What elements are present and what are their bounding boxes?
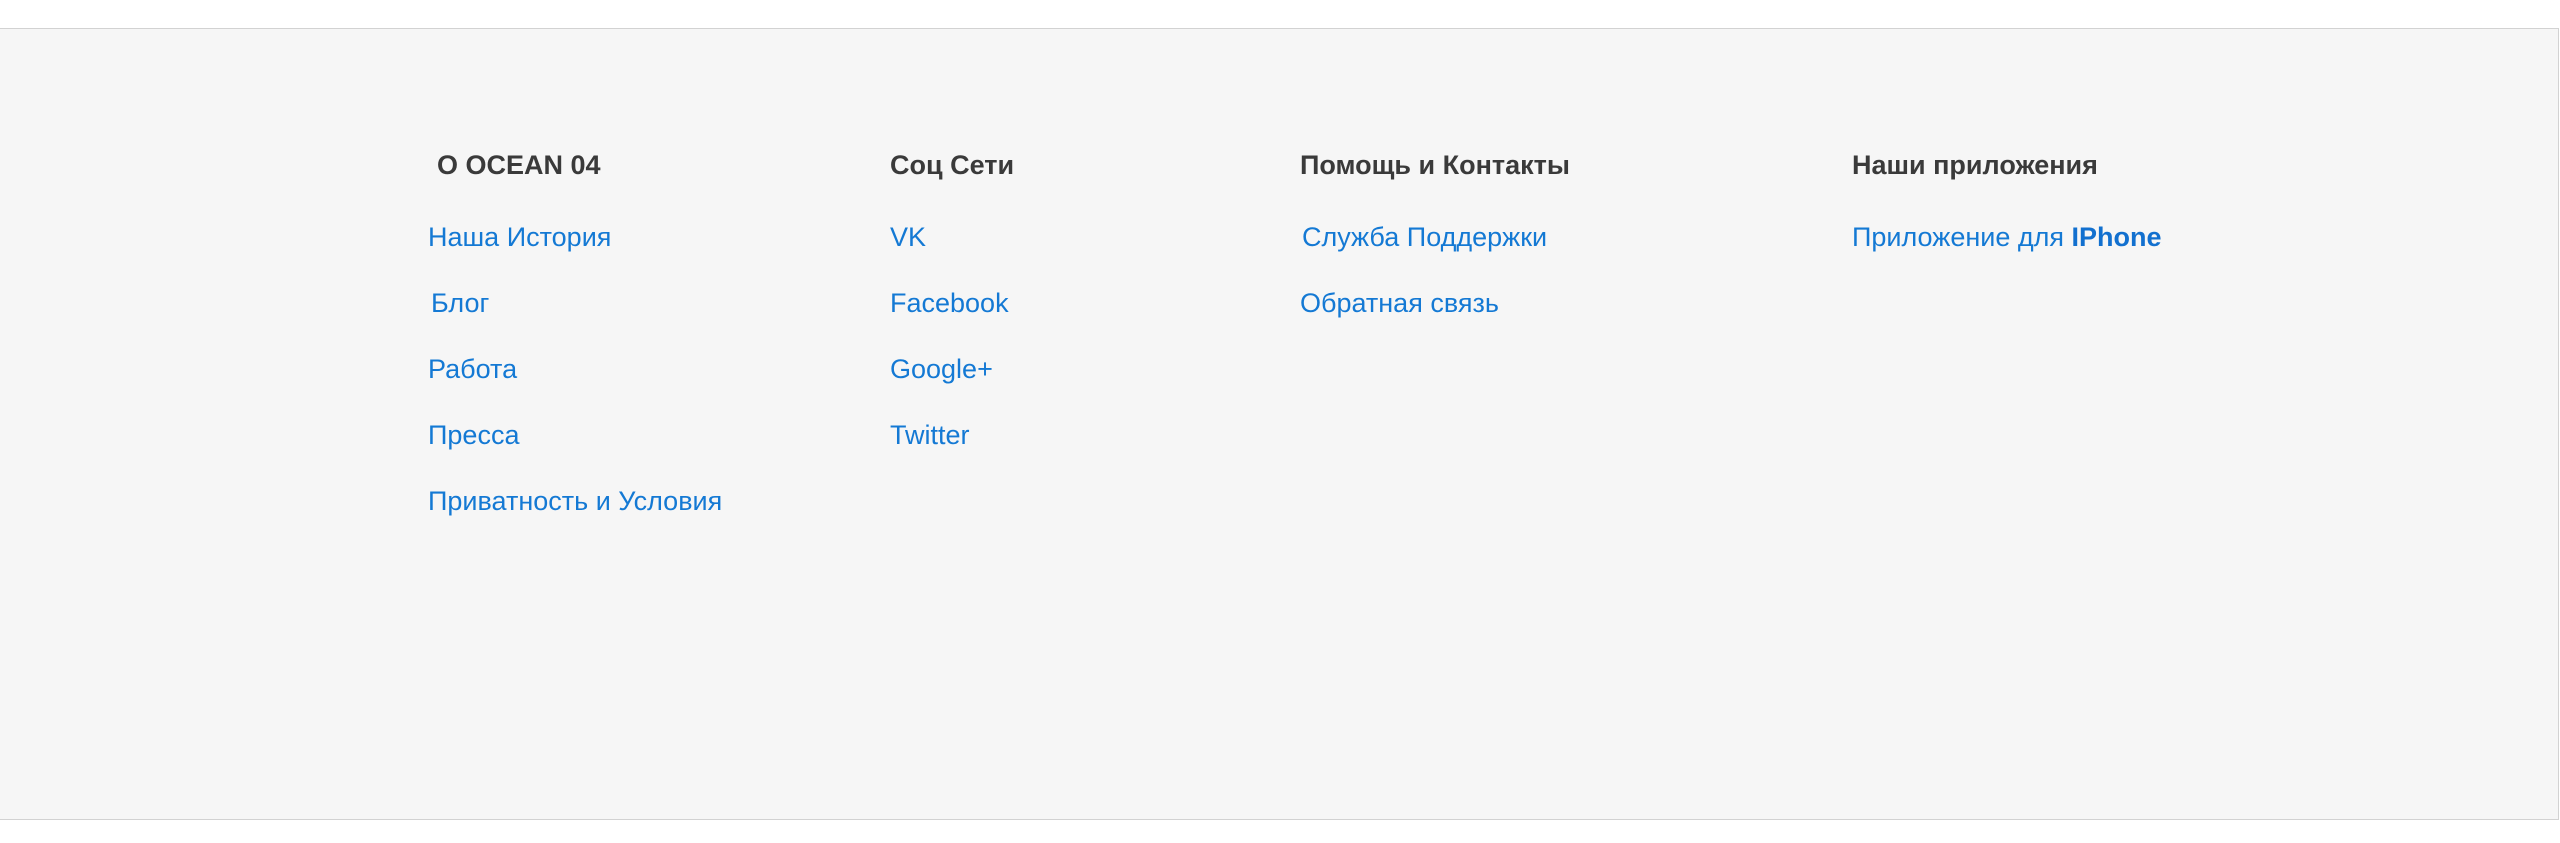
footer-column-help: Помощь и Контакты Служба Поддержки Обрат… xyxy=(1300,143,1570,349)
help-links: Служба Поддержки Обратная связь xyxy=(1300,217,1570,349)
list-item: Twitter xyxy=(890,415,1014,481)
list-item: Работа xyxy=(428,349,722,415)
site-footer: О OCEAN 04 Наша История Блог Работа Прес… xyxy=(0,28,2559,820)
iphone-app-link-platform: IPhone xyxy=(2071,222,2162,252)
footer-column-about: О OCEAN 04 Наша История Блог Работа Прес… xyxy=(428,143,722,547)
feedback-link[interactable]: Обратная связь xyxy=(1300,288,1499,318)
our-history-link[interactable]: Наша История xyxy=(428,222,611,252)
vk-link[interactable]: VK xyxy=(890,222,926,252)
twitter-link[interactable]: Twitter xyxy=(890,420,970,450)
footer-column-social: Соц Сети VK Facebook Google+ Twitter xyxy=(890,143,1014,481)
list-item: Обратная связь xyxy=(1300,283,1570,349)
about-heading: О OCEAN 04 xyxy=(437,150,601,180)
help-heading: Помощь и Контакты xyxy=(1300,150,1570,180)
iphone-app-link-prefix: Приложение для xyxy=(1852,222,2072,252)
google-plus-link[interactable]: Google+ xyxy=(890,354,993,384)
apps-links: Приложение для IPhone xyxy=(1852,217,2162,283)
list-item: Пресса xyxy=(428,415,722,481)
blog-link[interactable]: Блог xyxy=(428,288,489,318)
social-heading: Соц Сети xyxy=(890,150,1015,180)
footer-column-apps: Наши приложения Приложение для IPhone xyxy=(1852,143,2162,283)
list-item: Google+ xyxy=(890,349,1014,415)
about-links: Наша История Блог Работа Пресса Приватно… xyxy=(428,217,722,547)
jobs-link[interactable]: Работа xyxy=(428,354,517,384)
list-item: Facebook xyxy=(890,283,1014,349)
list-item: VK xyxy=(890,217,1014,283)
list-item: Приватность и Условия xyxy=(428,481,722,547)
list-item: Наша История xyxy=(428,217,722,283)
list-item: Блог xyxy=(428,283,722,349)
support-link[interactable]: Служба Поддержки xyxy=(1300,222,1547,252)
press-link[interactable]: Пресса xyxy=(428,420,519,450)
list-item: Служба Поддержки xyxy=(1300,217,1570,283)
iphone-app-link[interactable]: Приложение для IPhone xyxy=(1852,222,2162,252)
facebook-link[interactable]: Facebook xyxy=(890,288,1009,318)
list-item: Приложение для IPhone xyxy=(1852,217,2162,283)
apps-heading: Наши приложения xyxy=(1852,150,2098,180)
social-links: VK Facebook Google+ Twitter xyxy=(890,217,1014,481)
privacy-terms-link[interactable]: Приватность и Условия xyxy=(428,486,722,516)
